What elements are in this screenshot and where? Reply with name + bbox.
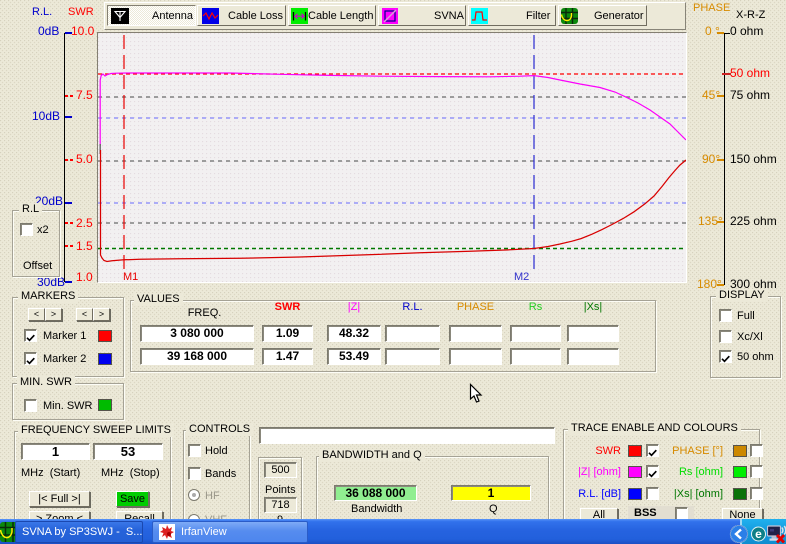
- svg-text:M2: M2: [514, 271, 529, 282]
- svg-text:M1: M1: [123, 271, 138, 282]
- svg-text:e: e: [755, 527, 762, 541]
